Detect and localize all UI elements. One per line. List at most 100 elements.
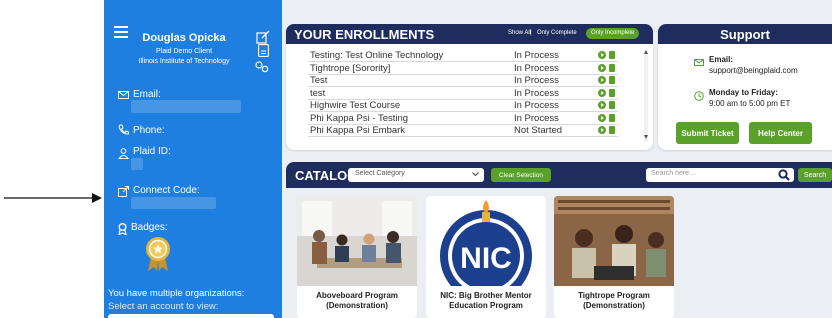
catalog-caption-line2: Education Program xyxy=(449,301,523,310)
enrollment-title: Phi Kappa Psi Embark xyxy=(310,125,406,136)
show-all-link[interactable]: Show All xyxy=(508,30,531,36)
badges-label: Badges: xyxy=(131,222,168,233)
students-photo xyxy=(554,196,674,286)
catalog-caption: Tightrope Program (Demonstration) xyxy=(554,291,674,311)
support-email-value[interactable]: support@beingplaid.com xyxy=(709,66,798,75)
catalog-item-aboveboard[interactable]: Aboveboard Program (Demonstration) xyxy=(297,196,417,318)
settings-gears-icon[interactable] xyxy=(254,60,270,73)
enrollment-row[interactable]: Testing: Test Online Technology In Proces… xyxy=(308,50,618,62)
play-icon[interactable] xyxy=(598,63,606,72)
category-select-value: Select Category xyxy=(355,170,405,177)
submit-ticket-button[interactable]: Submit Ticket xyxy=(676,122,739,144)
connect-code-value xyxy=(131,197,216,209)
phone-label: Phone: xyxy=(133,125,165,136)
pointer-arrow-icon xyxy=(4,193,102,203)
user-institution: Illinois Institute of Technology xyxy=(138,58,230,65)
enrollments-scrollbar[interactable] xyxy=(644,50,648,142)
document-icon[interactable] xyxy=(258,44,269,57)
enrollment-title: Tightrope [Sorority] xyxy=(310,62,391,74)
support-email-label: Email: xyxy=(709,55,734,64)
catalog-bar: CATALOG Select Category Clear Selection … xyxy=(286,162,832,188)
main-content: YOUR ENROLLMENTS Show All | Only Complet… xyxy=(282,0,832,318)
account-select[interactable] xyxy=(108,314,274,318)
only-complete-link[interactable]: Only Complete xyxy=(537,30,577,36)
play-icon[interactable] xyxy=(598,126,606,134)
trash-icon[interactable] xyxy=(609,76,615,84)
trash-icon[interactable] xyxy=(609,126,615,134)
enrollments-card: YOUR ENROLLMENTS Show All | Only Complet… xyxy=(286,24,653,150)
enrollment-title: test xyxy=(310,87,326,99)
enrollment-row[interactable]: Phi Kappa Psi Embark Not Started xyxy=(308,125,618,137)
plaid-id-value xyxy=(131,158,143,170)
email-icon xyxy=(118,91,129,99)
support-title: Support xyxy=(720,26,770,42)
trash-icon[interactable] xyxy=(609,101,615,109)
phone-icon xyxy=(118,124,129,135)
trash-icon[interactable] xyxy=(609,51,615,59)
badge-ribbon-icon[interactable] xyxy=(143,236,173,272)
meeting-photo xyxy=(297,196,417,286)
nic-logo-image: NIC xyxy=(426,196,546,286)
play-icon[interactable] xyxy=(598,76,606,84)
enrollment-status: In Process xyxy=(514,62,559,74)
external-link-icon xyxy=(118,186,129,197)
search-placeholder: Search here... xyxy=(651,170,695,177)
catalog-caption: Aboveboard Program (Demonstration) xyxy=(297,291,417,311)
enrollment-status: In Process xyxy=(514,100,559,111)
multi-org-text: You have multiple organizations: xyxy=(108,288,245,299)
catalog-item-nic[interactable]: NIC NIC: Big Brother Mentor Education Pr… xyxy=(426,196,546,318)
support-card: Support Email: support@beingplaid.com Mo… xyxy=(658,24,832,150)
enrollment-row[interactable]: Tightrope [Sorority] In Process xyxy=(308,63,618,75)
user-name: Douglas Opicka xyxy=(142,32,226,44)
enrollment-status: Not Started xyxy=(514,125,563,136)
help-center-button[interactable]: Help Center xyxy=(749,122,812,144)
catalog-caption: NIC: Big Brother Mentor Education Progra… xyxy=(426,291,546,311)
enrollment-row[interactable]: Phi Kappa Psi - Testing In Process xyxy=(308,113,618,125)
clear-selection-button[interactable]: Clear Selection xyxy=(491,168,551,182)
trash-icon[interactable] xyxy=(609,63,615,72)
play-icon[interactable] xyxy=(598,51,606,59)
scroll-down-icon[interactable] xyxy=(644,135,648,139)
enrollment-status: In Process xyxy=(514,112,559,124)
clock-icon xyxy=(694,91,704,101)
user-role: Plaid Demo Client xyxy=(155,48,213,55)
catalog-item-tightrope[interactable]: Tightrope Program (Demonstration) xyxy=(554,196,674,318)
nic-logo-text: NIC xyxy=(460,242,512,275)
trash-icon[interactable] xyxy=(609,113,615,122)
play-icon[interactable] xyxy=(598,113,606,122)
enrollments-header: YOUR ENROLLMENTS Show All | Only Complet… xyxy=(286,24,653,44)
catalog-caption-line1: NIC: Big Brother Mentor xyxy=(440,291,532,300)
play-icon[interactable] xyxy=(598,88,606,97)
category-select[interactable]: Select Category xyxy=(348,168,484,182)
play-icon[interactable] xyxy=(598,101,606,109)
support-header: Support xyxy=(658,24,832,44)
only-incomplete-button[interactable]: Only Incomplete xyxy=(586,28,640,39)
enrollment-title: Phi Kappa Psi - Testing xyxy=(310,112,409,124)
select-account-text: Select an account to view: xyxy=(108,301,219,312)
enrollment-row[interactable]: Highwire Test Course In Process xyxy=(308,100,618,112)
catalog-caption-line2: (Demonstration) xyxy=(583,301,645,310)
scroll-up-icon[interactable] xyxy=(644,50,648,54)
support-hours-value: 9:00 am to 5:00 pm ET xyxy=(709,99,791,108)
enrollment-row[interactable]: Test In Process xyxy=(308,75,618,87)
award-icon xyxy=(118,223,127,235)
support-hours-label: Monday to Friday: xyxy=(709,88,778,97)
edit-icon[interactable] xyxy=(256,30,270,44)
enrollment-status: In Process xyxy=(514,87,559,99)
chevron-down-icon xyxy=(472,172,479,177)
filter-separator: | xyxy=(530,30,532,36)
enrollment-status: In Process xyxy=(514,50,559,61)
connect-code-label: Connect Code: xyxy=(133,185,200,196)
enrollment-title: Test xyxy=(310,75,328,86)
search-icon[interactable] xyxy=(778,169,790,181)
trash-icon[interactable] xyxy=(609,88,615,97)
email-label: Email: xyxy=(133,89,161,100)
enrollment-title: Testing: Test Online Technology xyxy=(310,50,444,61)
search-button[interactable]: Search xyxy=(798,168,832,182)
enrollment-row[interactable]: test In Process xyxy=(308,88,618,100)
catalog-caption-line2: (Demonstration) xyxy=(326,301,388,310)
enrollments-title: YOUR ENROLLMENTS xyxy=(294,26,435,42)
plaid-id-label: Plaid ID: xyxy=(133,146,171,157)
user-icon xyxy=(118,148,129,159)
search-input[interactable]: Search here... xyxy=(646,168,794,182)
